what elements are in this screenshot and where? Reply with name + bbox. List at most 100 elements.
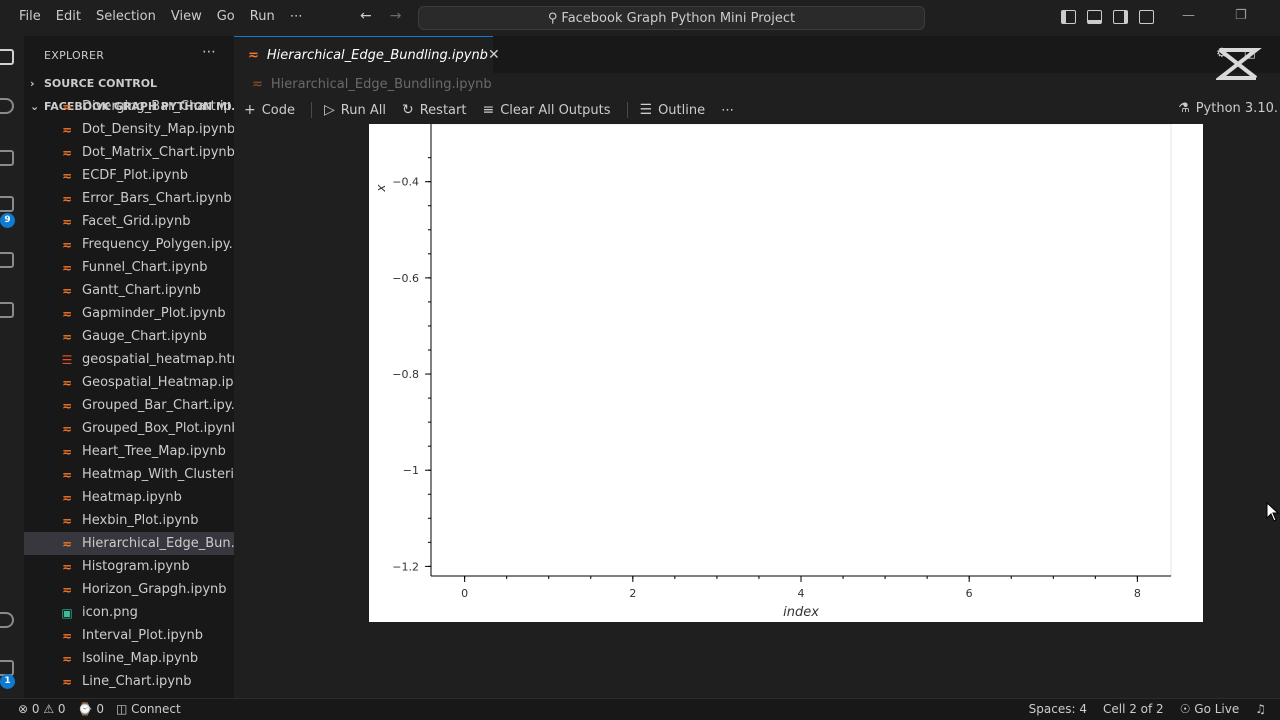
account-icon[interactable]: [0, 612, 14, 628]
run-all-button[interactable]: ▷ Run All: [324, 102, 386, 118]
indentation-indicator[interactable]: Spaces: 4: [1029, 702, 1087, 716]
extensions-icon[interactable]: [0, 196, 14, 212]
toolbar-more-button[interactable]: ⋯: [721, 103, 734, 118]
file-item[interactable]: ≂ Funnel_Chart.ipynb: [24, 256, 234, 279]
restart-button[interactable]: ↻ Restart: [402, 102, 466, 118]
notebook-icon: ≂: [61, 444, 73, 459]
notebook-icon: ≂: [61, 214, 73, 229]
notebook-icon: ≂: [61, 191, 73, 206]
x-tick-label: 2: [629, 587, 636, 600]
file-item[interactable]: ▣ icon.png: [24, 601, 234, 624]
connect-button[interactable]: ◫ Connect: [116, 702, 181, 716]
file-name: Isoline_Map.ipynb: [82, 651, 199, 666]
file-item[interactable]: ≂ Facet_Grid.ipynb: [24, 210, 234, 233]
notebook-icon: ≂: [61, 651, 73, 666]
menu-file[interactable]: File: [19, 9, 41, 24]
file-name: Hierarchical_Edge_Bun...: [82, 536, 234, 551]
y-tick-label: −1: [403, 464, 419, 477]
menu-more[interactable]: ⋯: [290, 9, 303, 24]
file-item[interactable]: ≂ Histogram.ipynb: [24, 555, 234, 578]
file-item[interactable]: ≂ Hexbin_Plot.ipynb: [24, 509, 234, 532]
ports-indicator[interactable]: ⌚ 0: [78, 702, 104, 716]
explorer-more-icon[interactable]: ⋯: [202, 44, 216, 60]
file-item[interactable]: ≂ Heatmap.ipynb: [24, 486, 234, 509]
minimize-icon[interactable]: —: [1182, 8, 1195, 23]
search-view-icon[interactable]: [0, 98, 14, 114]
go-live-button[interactable]: ☉ Go Live: [1180, 702, 1240, 716]
file-item[interactable]: ≂ Line_Chart.ipynb: [24, 670, 234, 693]
explorer-icon[interactable]: [0, 49, 14, 65]
notebook-icon: ≂: [61, 536, 73, 551]
command-center-search[interactable]: ⚲ Facebook Graph Python Mini Project: [418, 6, 925, 30]
notifications-bell-icon[interactable]: ♫: [1255, 702, 1266, 716]
file-item[interactable]: ≂ Dot_Matrix_Chart.ipynb: [24, 141, 234, 164]
restart-label: Restart: [419, 102, 467, 118]
file-item[interactable]: ≂ Hierarchical_Edge_Bun...: [24, 532, 234, 555]
outline-button[interactable]: ☰ Outline: [640, 102, 706, 118]
file-item[interactable]: ≂ Isoline_Map.ipynb: [24, 647, 234, 670]
notebook-editor: −0.4 −0.6 −0.8 −1 −1.2 0 2 4 6 8 index x: [234, 124, 1280, 698]
file-item[interactable]: ≂ Gantt_Chart.ipynb: [24, 279, 234, 302]
kernel-picker[interactable]: ⚗ Python 3.10.: [1178, 101, 1278, 116]
divider: [311, 102, 313, 118]
notebook-icon: ≂: [61, 674, 73, 689]
toggle-panel-icon[interactable]: [1087, 10, 1102, 24]
notebook-icon: ≂: [61, 306, 73, 321]
clear-outputs-button[interactable]: ≡ Clear All Outputs: [482, 102, 610, 118]
back-arrow-icon[interactable]: ←: [360, 8, 372, 24]
menu-view[interactable]: View: [171, 9, 202, 24]
plot-frame: [430, 124, 1172, 577]
status-bar: ⊗ 0 ⚠ 0 ⌚ 0 ◫ Connect Spaces: 4 Cell 2 o…: [0, 698, 1280, 720]
breadcrumb-label: Hierarchical_Edge_Bundling.ipynb: [270, 77, 492, 92]
file-item[interactable]: ≂ Horizon_Grapgh.ipynb: [24, 578, 234, 601]
testing-icon[interactable]: [0, 252, 14, 268]
menu-selection[interactable]: Selection: [96, 9, 156, 24]
restore-icon[interactable]: ❐: [1235, 8, 1247, 23]
close-icon[interactable]: ✕: [488, 47, 500, 63]
file-name: Error_Bars_Chart.ipynb: [82, 191, 232, 206]
source-control-section[interactable]: › SOURCE CONTROL: [30, 77, 157, 90]
problems-indicator[interactable]: ⊗ 0 ⚠ 0: [18, 702, 66, 716]
notebook-icon: ≂: [61, 490, 73, 505]
file-name: Diverging_Bar_Chart.ip...: [82, 99, 234, 114]
menu-run[interactable]: Run: [250, 9, 275, 24]
file-item[interactable]: ≂ Gauge_Chart.ipynb: [24, 325, 234, 348]
file-name: Funnel_Chart.ipynb: [82, 260, 208, 275]
cell-indicator[interactable]: Cell 2 of 2: [1103, 702, 1164, 716]
toggle-sidebar-icon[interactable]: [1061, 10, 1076, 24]
file-item[interactable]: ≂ Heart_Tree_Map.ipynb: [24, 440, 234, 463]
file-name: Grouped_Bar_Chart.ipy...: [82, 398, 234, 413]
clear-all-icon: ≡: [482, 102, 495, 118]
file-item[interactable]: ≂ ECDF_Plot.ipynb: [24, 164, 234, 187]
add-code-label: Code: [261, 102, 296, 118]
title-bar: File Edit Selection View Go Run ⋯ ← → ⚲ …: [0, 0, 1280, 36]
add-code-button[interactable]: + Code: [244, 102, 295, 118]
run-debug-icon[interactable]: [0, 150, 14, 166]
file-item[interactable]: ≂ Frequency_Polygen.ipy...: [24, 233, 234, 256]
file-item[interactable]: ≂ Interval_Plot.ipynb: [24, 624, 234, 647]
database-icon[interactable]: [0, 302, 14, 318]
notebook-icon: ≂: [61, 329, 73, 344]
watermark-logo: [1216, 48, 1262, 80]
file-item[interactable]: ≂ Dot_Density_Map.ipynb: [24, 118, 234, 141]
toggle-secondary-sidebar-icon[interactable]: [1113, 10, 1128, 24]
file-item[interactable]: ☰ geospatial_heatmap.html: [24, 348, 234, 371]
customize-layout-icon[interactable]: [1139, 10, 1154, 24]
search-text: Facebook Graph Python Mini Project: [561, 10, 796, 26]
file-item[interactable]: ≂ Gapminder_Plot.ipynb: [24, 302, 234, 325]
file-item[interactable]: ≂ Diverging_Bar_Chart.ip...: [24, 95, 234, 118]
file-item[interactable]: ≂ Heatmap_With_Clusteri...: [24, 463, 234, 486]
breadcrumb[interactable]: ≂ Hierarchical_Edge_Bundling.ipynb: [252, 77, 492, 92]
file-item[interactable]: ≂ Error_Bars_Chart.ipynb: [24, 187, 234, 210]
menu-go[interactable]: Go: [217, 9, 235, 24]
file-item[interactable]: ≂ Geospatial_Heatmap.ip...: [24, 371, 234, 394]
plus-icon: +: [244, 102, 256, 118]
window-controls: — ❐: [1182, 8, 1247, 23]
explorer-title: EXPLORER: [44, 49, 105, 62]
file-item[interactable]: ≂ Grouped_Bar_Chart.ipy...: [24, 394, 234, 417]
menu-edit[interactable]: Edit: [56, 9, 81, 24]
forward-arrow-icon[interactable]: →: [390, 8, 402, 24]
settings-badge: 1: [0, 674, 15, 689]
file-item[interactable]: ≂ Grouped_Box_Plot.ipynb: [24, 417, 234, 440]
tab-hierarchical-edge-bundling[interactable]: ≂ Hierarchical_Edge_Bundling.ipynb ✕: [234, 36, 500, 73]
